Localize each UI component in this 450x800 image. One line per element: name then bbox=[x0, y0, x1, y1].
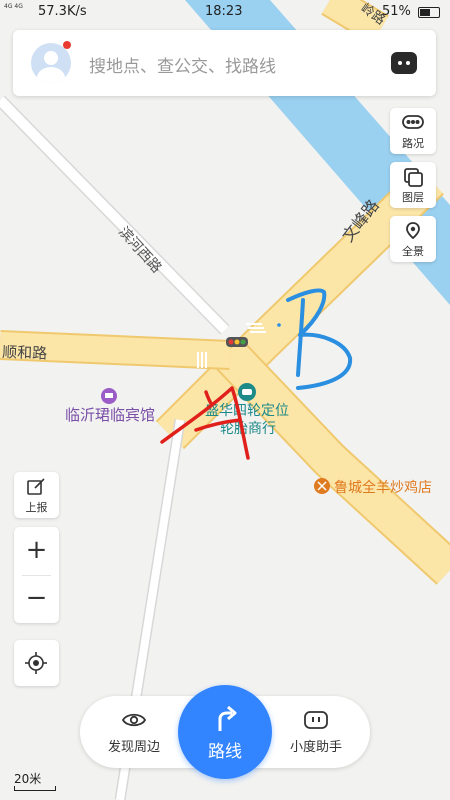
route-label: 路线 bbox=[208, 742, 242, 762]
discover-nearby-label: 发现周边 bbox=[107, 740, 160, 755]
traffic-label: 路况 bbox=[402, 137, 424, 150]
eye-icon bbox=[121, 713, 147, 727]
poi-label-restaurant[interactable]: 鲁城全羊炒鸡店 bbox=[334, 479, 432, 496]
zoom-in-button[interactable]: + bbox=[14, 527, 59, 575]
layers-icon bbox=[404, 168, 423, 187]
route-arrow-icon bbox=[218, 705, 237, 731]
panorama-icon bbox=[406, 222, 420, 240]
battery-percentage: 51% bbox=[382, 4, 411, 19]
notification-dot bbox=[63, 41, 71, 49]
status-bar: 4G 4G 57.3K/s 18:23 51% bbox=[0, 0, 450, 24]
layers-button[interactable]: 图层 bbox=[390, 162, 436, 208]
route-button[interactable]: 路线 bbox=[178, 685, 272, 779]
layers-label: 图层 bbox=[402, 191, 424, 204]
scale-bar bbox=[14, 786, 56, 791]
poi-label-hotel[interactable]: 临沂珺临宾馆 bbox=[65, 406, 155, 424]
poi-label-tire-shop-line2[interactable]: 轮胎商行 bbox=[220, 421, 276, 437]
panorama-button[interactable]: 全景 bbox=[390, 216, 436, 262]
network-speed: 57.3K/s bbox=[38, 4, 87, 19]
battery-icon bbox=[418, 7, 440, 18]
panorama-label: 全景 bbox=[402, 245, 424, 258]
assistant-icon bbox=[304, 711, 328, 729]
network-type: 4G 4G bbox=[4, 3, 23, 10]
traffic-button[interactable]: 路况 bbox=[390, 108, 436, 154]
traffic-icon bbox=[402, 115, 424, 129]
scale-label: 20米 bbox=[14, 772, 42, 786]
locate-button[interactable] bbox=[14, 640, 59, 686]
report-label: 上报 bbox=[25, 501, 48, 514]
assistant-label: 小度助手 bbox=[289, 740, 342, 755]
discover-nearby-button[interactable]: 发现周边 bbox=[94, 710, 174, 755]
report-button[interactable]: 上报 bbox=[14, 472, 59, 518]
road-label-shunhe: 顺和路 bbox=[2, 343, 48, 363]
zoom-controls: + − bbox=[14, 527, 59, 623]
map-canvas[interactable]: 文峰路 滨河西路 顺和路 岭路 临沂珺临宾馆 盛华四轮定位 轮胎商行 鲁城全羊炒… bbox=[0, 0, 450, 800]
zoom-out-button[interactable]: − bbox=[14, 575, 59, 623]
status-time: 18:23 bbox=[205, 4, 243, 19]
locate-icon bbox=[25, 652, 47, 674]
assistant-button[interactable]: 小度助手 bbox=[276, 710, 356, 755]
search-bar[interactable]: 搜地点、查公交、找路线 bbox=[13, 30, 436, 96]
report-icon bbox=[27, 478, 45, 495]
voice-assistant-icon[interactable] bbox=[391, 52, 417, 74]
poi-label-tire-shop-line1[interactable]: 盛华四轮定位 bbox=[205, 403, 289, 419]
search-input[interactable]: 搜地点、查公交、找路线 bbox=[89, 52, 276, 77]
avatar[interactable] bbox=[31, 43, 71, 83]
